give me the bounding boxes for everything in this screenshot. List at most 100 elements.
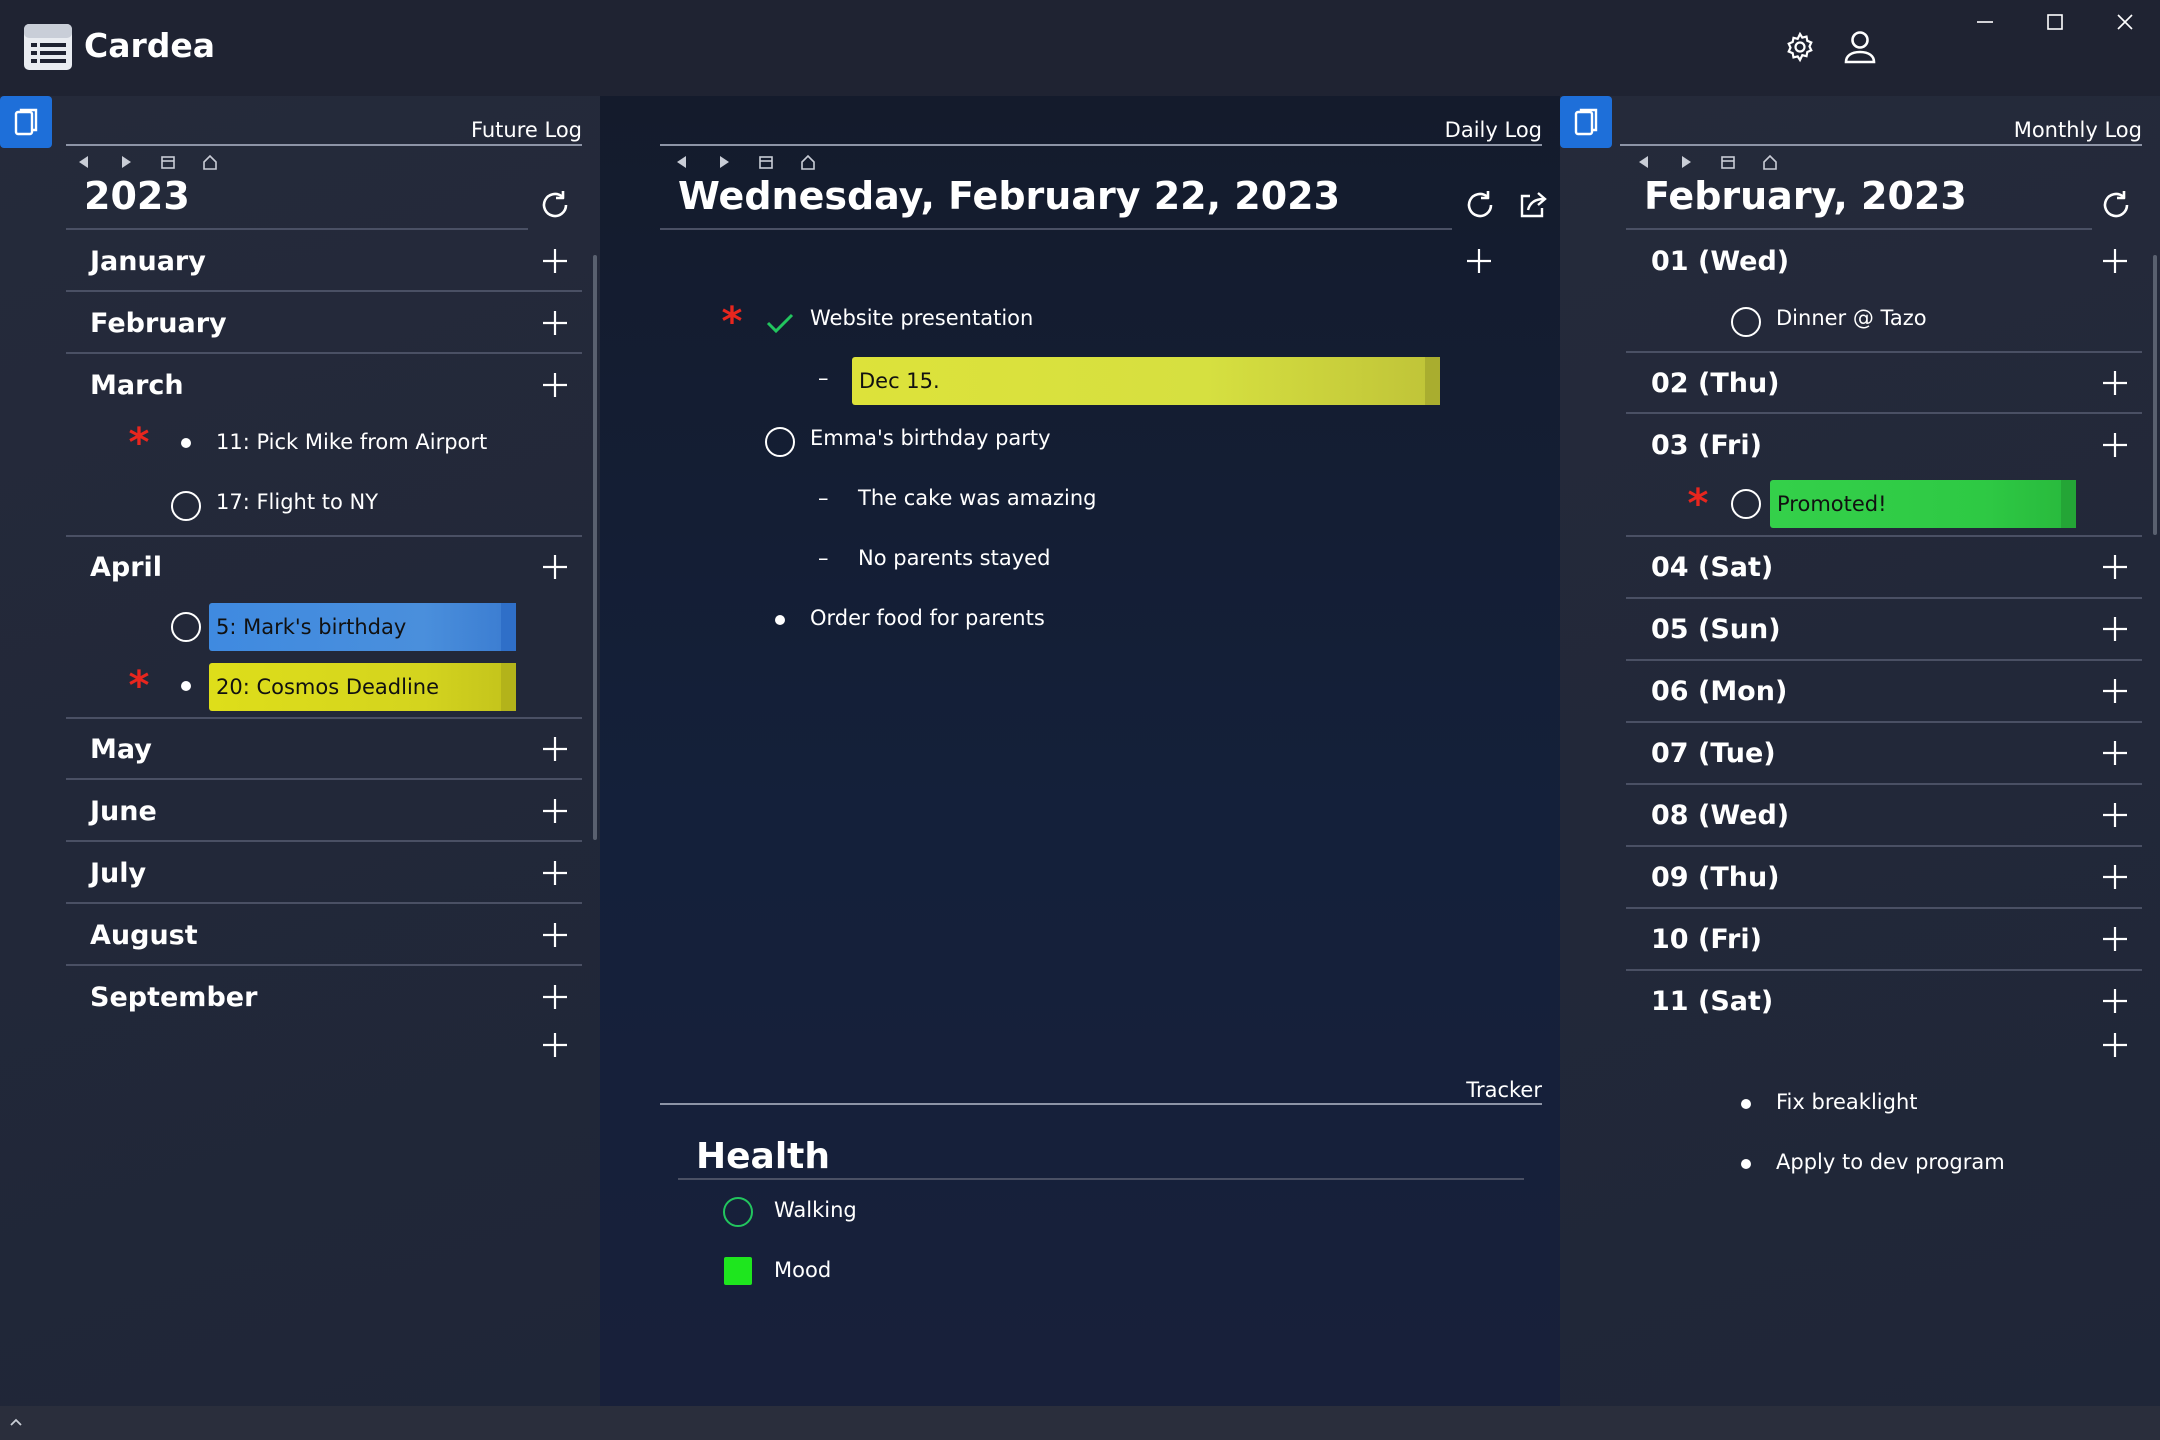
add-day-plus-icon[interactable] — [2101, 677, 2129, 705]
list-item[interactable]: Dinner @ Tazo — [1776, 306, 1927, 330]
next-arrow-icon[interactable] — [714, 152, 734, 172]
highlighted-item[interactable]: 20: Cosmos Deadline — [209, 663, 516, 711]
priority-asterisk-icon[interactable]: * — [124, 666, 154, 706]
mood-tracker-square-icon[interactable] — [724, 1257, 752, 1285]
add-june-plus-icon[interactable] — [541, 797, 569, 825]
add-may-plus-icon[interactable] — [541, 735, 569, 763]
daily-log-rule — [660, 144, 1542, 146]
note-dash-icon: – — [818, 366, 829, 390]
highlighted-item[interactable]: 5: Mark's birthday — [209, 603, 516, 651]
add-day-plus-icon[interactable] — [2101, 369, 2129, 397]
completed-check-icon[interactable] — [765, 308, 795, 338]
add-day-plus-icon[interactable] — [2101, 739, 2129, 767]
add-september-plus-icon[interactable] — [541, 983, 569, 1011]
event-circle-icon[interactable] — [765, 427, 795, 457]
highlighted-item[interactable]: Dec 15. — [852, 357, 1440, 405]
tracker-item[interactable]: Walking — [774, 1198, 857, 1222]
task-bullet-icon[interactable] — [1741, 1099, 1751, 1109]
list-item[interactable]: 17: Flight to NY — [216, 490, 378, 514]
add-july-plus-icon[interactable] — [541, 859, 569, 887]
add-day-plus-icon[interactable] — [2101, 987, 2129, 1015]
add-entry-plus-icon[interactable] — [1465, 247, 1493, 275]
event-circle-icon[interactable] — [171, 612, 201, 642]
future-log-rule — [66, 144, 582, 146]
calendar-icon[interactable] — [756, 152, 776, 172]
list-item[interactable]: Emma's birthday party — [810, 426, 1051, 450]
list-item[interactable]: No parents stayed — [858, 546, 1050, 570]
add-february-plus-icon[interactable] — [541, 309, 569, 337]
monthly-log-panel — [1560, 96, 2160, 1406]
home-icon[interactable] — [1760, 152, 1780, 172]
priority-asterisk-icon[interactable]: * — [1683, 484, 1713, 524]
next-arrow-icon[interactable] — [116, 152, 136, 172]
list-item[interactable]: 11: Pick Mike from Airport — [216, 430, 487, 454]
add-day-plus-icon[interactable] — [2101, 615, 2129, 643]
add-day-plus-icon[interactable] — [2101, 431, 2129, 459]
add-march-plus-icon[interactable] — [541, 371, 569, 399]
highlight-tab — [501, 603, 516, 651]
monthly-log-scrollbar[interactable] — [2153, 255, 2157, 535]
home-icon[interactable] — [200, 152, 220, 172]
add-day-plus-icon[interactable] — [2101, 247, 2129, 275]
month-divider — [66, 535, 582, 537]
future-log-label: Future Log — [470, 118, 582, 142]
user-profile-icon[interactable] — [1835, 22, 1885, 72]
monthly-log-month: February, 2023 — [1644, 174, 1967, 218]
day-label: 02 (Thu) — [1651, 368, 1780, 399]
task-bullet-icon[interactable] — [181, 681, 191, 691]
add-day-plus-icon[interactable] — [2101, 553, 2129, 581]
month-divider — [66, 840, 582, 842]
month-underline — [1626, 228, 2092, 230]
calendar-icon[interactable] — [1718, 152, 1738, 172]
list-item-text: Dec 15. — [859, 369, 940, 393]
prev-arrow-icon[interactable] — [74, 152, 94, 172]
chevron-up-icon[interactable] — [8, 1414, 24, 1430]
day-label: 04 (Sat) — [1651, 552, 1774, 583]
prev-arrow-icon[interactable] — [672, 152, 692, 172]
add-day-plus-icon[interactable] — [2101, 925, 2129, 953]
day-divider — [1626, 907, 2142, 909]
event-circle-icon[interactable] — [171, 491, 201, 521]
settings-gear-icon[interactable] — [1775, 22, 1825, 72]
event-circle-icon[interactable] — [1731, 307, 1761, 337]
add-month-plus-icon[interactable] — [541, 1031, 569, 1059]
minimize-button[interactable] — [1955, 0, 2015, 44]
monthly-log-toggle-button[interactable] — [1560, 96, 1612, 148]
refresh-icon[interactable] — [1463, 188, 1497, 222]
maximize-button[interactable] — [2025, 0, 2085, 44]
month-may: May — [90, 734, 152, 765]
day-label: 08 (Wed) — [1651, 800, 1790, 831]
list-item[interactable]: Order food for parents — [810, 606, 1045, 630]
task-bullet-icon[interactable] — [181, 438, 191, 448]
next-arrow-icon[interactable] — [1676, 152, 1696, 172]
highlighted-item[interactable]: Promoted! — [1770, 480, 2076, 528]
tracker-item[interactable]: Mood — [774, 1258, 831, 1282]
future-log-toggle-button[interactable] — [0, 96, 52, 148]
task-bullet-icon[interactable] — [1741, 1159, 1751, 1169]
add-day-plus-icon[interactable] — [2101, 863, 2129, 891]
walking-tracker-circle-icon[interactable] — [723, 1197, 753, 1227]
add-april-plus-icon[interactable] — [541, 553, 569, 581]
note-dash-icon: – — [818, 546, 829, 570]
add-january-plus-icon[interactable] — [541, 247, 569, 275]
task-bullet-icon[interactable] — [775, 615, 785, 625]
future-log-scrollbar[interactable] — [593, 255, 597, 840]
refresh-icon[interactable] — [538, 188, 572, 222]
refresh-icon[interactable] — [2099, 188, 2133, 222]
list-item[interactable]: Fix breaklight — [1776, 1090, 1917, 1114]
event-circle-icon[interactable] — [1731, 489, 1761, 519]
calendar-icon[interactable] — [158, 152, 178, 172]
home-icon[interactable] — [798, 152, 818, 172]
share-icon[interactable] — [1516, 188, 1550, 222]
close-button[interactable] — [2095, 0, 2155, 44]
priority-asterisk-icon[interactable]: * — [124, 423, 154, 463]
priority-asterisk-icon[interactable]: * — [717, 302, 747, 342]
list-item[interactable]: The cake was amazing — [858, 486, 1097, 510]
add-august-plus-icon[interactable] — [541, 921, 569, 949]
list-item[interactable]: Apply to dev program — [1776, 1150, 2005, 1174]
add-backlog-plus-icon[interactable] — [2101, 1031, 2129, 1059]
list-item[interactable]: Website presentation — [810, 306, 1033, 330]
add-day-plus-icon[interactable] — [2101, 801, 2129, 829]
day-divider — [1626, 783, 2142, 785]
prev-arrow-icon[interactable] — [1634, 152, 1654, 172]
